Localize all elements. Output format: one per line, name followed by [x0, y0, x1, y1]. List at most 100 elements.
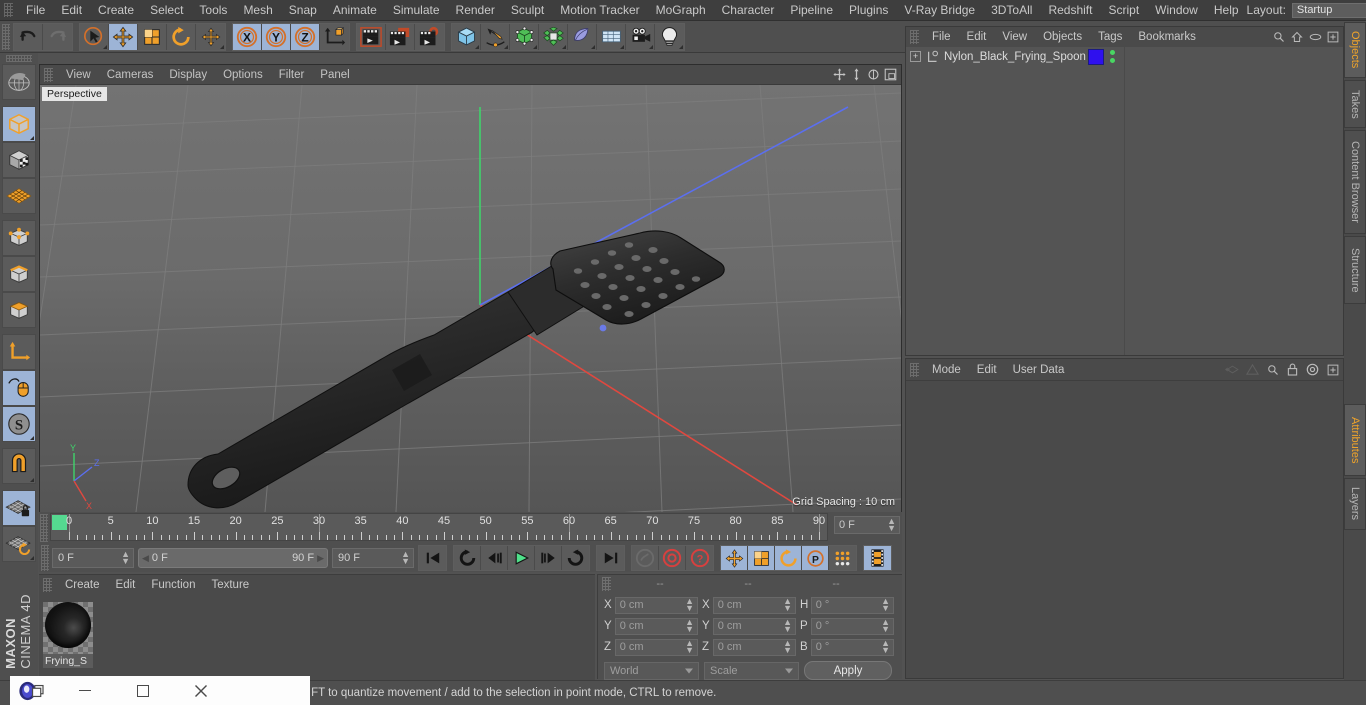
- apply-button[interactable]: Apply: [804, 661, 892, 680]
- size-y-input[interactable]: 0 cm ▲ ▼: [712, 617, 796, 635]
- axis-z-icon[interactable]: Z: [291, 23, 320, 50]
- key-rotation-icon[interactable]: [775, 546, 802, 570]
- close-icon[interactable]: [172, 676, 230, 705]
- viewport-menu-view[interactable]: View: [58, 68, 99, 82]
- texture-mode-icon[interactable]: [2, 142, 36, 178]
- menu-edit[interactable]: Edit: [53, 2, 90, 18]
- toolbar-gripper[interactable]: [2, 23, 10, 50]
- object-menu-bookmarks[interactable]: Bookmarks: [1130, 30, 1204, 44]
- material-menu-edit[interactable]: Edit: [108, 578, 144, 592]
- key-scale-icon[interactable]: [748, 546, 775, 570]
- tab-content-browser[interactable]: Content Browser: [1344, 130, 1366, 234]
- viewport-gripper[interactable]: [44, 67, 53, 82]
- menu-vray-bridge[interactable]: V-Ray Bridge: [896, 2, 983, 18]
- spinner-icon[interactable]: ▲ ▼: [783, 597, 792, 613]
- tab-takes[interactable]: Takes: [1344, 80, 1366, 128]
- menu-simulate[interactable]: Simulate: [385, 2, 448, 18]
- menu-3dtoall[interactable]: 3DToAll: [983, 2, 1040, 18]
- visibility-dots[interactable]: [1110, 50, 1115, 63]
- timeline-toggle-icon[interactable]: [864, 546, 891, 570]
- timeline-playhead[interactable]: [52, 515, 67, 530]
- points-mode-icon[interactable]: [2, 220, 36, 256]
- floor-icon[interactable]: [597, 23, 626, 50]
- object-manager-gripper[interactable]: [910, 30, 919, 44]
- tab-layers[interactable]: Layers: [1344, 478, 1366, 530]
- spinner-icon[interactable]: ▲ ▼: [887, 517, 896, 533]
- spinner-icon[interactable]: ▲ ▼: [783, 618, 792, 634]
- workplane-mode-icon[interactable]: [2, 178, 36, 214]
- menu-gripper[interactable]: [4, 3, 13, 17]
- key-position-icon[interactable]: [721, 546, 748, 570]
- cinema4d-app-icon[interactable]: [10, 676, 56, 705]
- rot-h-input[interactable]: 0 ° ▲ ▼: [810, 596, 894, 614]
- menu-mograph[interactable]: MoGraph: [648, 2, 714, 18]
- spinner-icon[interactable]: ▲ ▼: [783, 639, 792, 655]
- menu-mesh[interactable]: Mesh: [235, 2, 280, 18]
- coordinate-system-select[interactable]: World: [604, 661, 699, 680]
- record-icon[interactable]: [659, 546, 686, 570]
- live-selection-icon[interactable]: [80, 23, 109, 50]
- go-to-start-icon[interactable]: [419, 546, 446, 570]
- play-forward-icon[interactable]: [508, 546, 535, 570]
- current-frame-field[interactable]: 0 F ▲ ▼: [52, 548, 134, 568]
- menu-animate[interactable]: Animate: [325, 2, 385, 18]
- edges-mode-icon[interactable]: [2, 256, 36, 292]
- camera-icon[interactable]: [626, 23, 655, 50]
- left-toolbar-gripper[interactable]: [6, 55, 32, 62]
- menu-select[interactable]: Select: [142, 2, 191, 18]
- spinner-icon[interactable]: ▲ ▼: [401, 550, 410, 566]
- rot-p-input[interactable]: 0 ° ▲ ▼: [810, 617, 894, 635]
- tab-attributes[interactable]: Attributes: [1344, 404, 1366, 476]
- preview-range-slider[interactable]: ◀ 0 F 90 F ▶: [138, 548, 328, 568]
- pos-z-input[interactable]: 0 cm ▲ ▼: [614, 638, 698, 656]
- deformer-icon[interactable]: [539, 23, 568, 50]
- search-icon[interactable]: [1265, 362, 1280, 377]
- menu-window[interactable]: Window: [1147, 2, 1206, 18]
- menu-motion-tracker[interactable]: Motion Tracker: [552, 2, 647, 18]
- viewport-menu-display[interactable]: Display: [161, 68, 215, 82]
- zoom-icon[interactable]: [849, 67, 863, 82]
- rotate-icon[interactable]: [167, 23, 196, 50]
- environment-icon[interactable]: [568, 23, 597, 50]
- object-row[interactable]: + Nylon_Black_Frying_Spoon: [906, 47, 1343, 66]
- key-pla-icon[interactable]: [829, 546, 856, 570]
- material-menu-texture[interactable]: Texture: [203, 578, 257, 592]
- key-param-icon[interactable]: P: [802, 546, 829, 570]
- spinner-icon[interactable]: ▲ ▼: [881, 597, 890, 613]
- target-icon[interactable]: [1305, 362, 1320, 377]
- light-icon[interactable]: [655, 23, 684, 50]
- timeline-ruler[interactable]: 051015202530354045505560657075808590: [50, 513, 828, 541]
- coordinate-mode-select[interactable]: Scale: [704, 661, 799, 680]
- cube-primitive-icon[interactable]: [452, 23, 481, 50]
- material-manager-body[interactable]: Frying_S: [39, 594, 595, 680]
- menu-create[interactable]: Create: [90, 2, 142, 18]
- go-to-end-icon[interactable]: [597, 546, 624, 570]
- play-loop-icon[interactable]: [562, 546, 589, 570]
- spinner-icon[interactable]: ▲ ▼: [881, 639, 890, 655]
- menu-tools[interactable]: Tools: [191, 2, 235, 18]
- material-menu-function[interactable]: Function: [143, 578, 203, 592]
- spinner-icon[interactable]: ▲ ▼: [685, 618, 694, 634]
- keyframe-help-icon[interactable]: ?: [686, 546, 713, 570]
- play-reverse-loop-icon[interactable]: [454, 546, 481, 570]
- spinner-icon[interactable]: ▲ ▼: [685, 639, 694, 655]
- generator-icon[interactable]: [510, 23, 539, 50]
- timeline-gripper[interactable]: [40, 514, 48, 542]
- tab-objects[interactable]: Objects: [1344, 22, 1366, 78]
- spinner-icon[interactable]: ▲ ▼: [685, 597, 694, 613]
- menu-character[interactable]: Character: [714, 2, 783, 18]
- spinner-icon[interactable]: ▲ ▼: [881, 618, 890, 634]
- maximize-view-icon[interactable]: [883, 67, 897, 82]
- size-x-input[interactable]: 0 cm ▲ ▼: [712, 596, 796, 614]
- history-back-icon[interactable]: [1225, 362, 1240, 377]
- preview-range-left-arrow[interactable]: ◀: [142, 553, 149, 564]
- axis-modify-icon[interactable]: [2, 334, 36, 370]
- viewport-menu-options[interactable]: Options: [215, 68, 271, 82]
- menu-sculpt[interactable]: Sculpt: [503, 2, 552, 18]
- step-forward-icon[interactable]: [535, 546, 562, 570]
- end-frame-field[interactable]: 90 F ▲ ▼: [332, 548, 414, 568]
- attribute-menu-user-data[interactable]: User Data: [1005, 363, 1073, 377]
- menu-pipeline[interactable]: Pipeline: [782, 2, 841, 18]
- material-menu-create[interactable]: Create: [57, 578, 108, 592]
- polygons-mode-icon[interactable]: [2, 292, 36, 328]
